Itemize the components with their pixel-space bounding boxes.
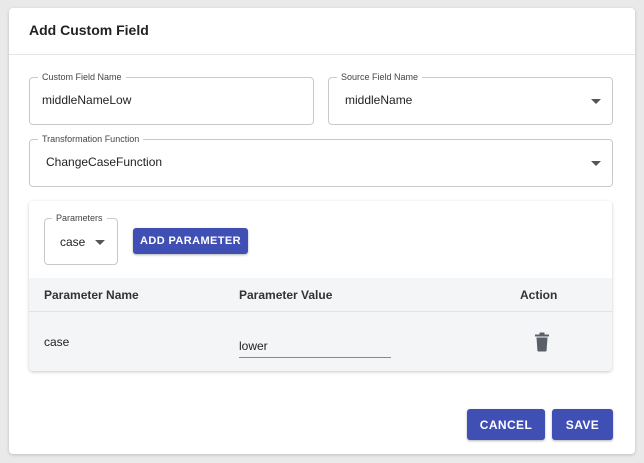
save-button[interactable]: SAVE bbox=[552, 409, 613, 440]
caret-down-icon bbox=[95, 240, 105, 245]
parameter-value-input[interactable] bbox=[239, 334, 391, 358]
caret-down-icon bbox=[591, 161, 601, 166]
custom-field-name-value: middleNameLow bbox=[42, 93, 132, 107]
transformation-function-select[interactable]: Transformation Function ChangeCaseFuncti… bbox=[29, 133, 613, 187]
transformation-function-value: ChangeCaseFunction bbox=[46, 155, 163, 169]
parameter-name-cell: case bbox=[44, 335, 70, 349]
source-field-name-select[interactable]: Source Field Name middleName bbox=[328, 71, 613, 125]
column-header-parameter-name: Parameter Name bbox=[44, 288, 139, 302]
transformation-function-label: Transformation Function bbox=[38, 133, 144, 145]
add-parameter-button[interactable]: ADD PARAMETER bbox=[133, 228, 248, 254]
delete-icon[interactable] bbox=[534, 332, 550, 352]
dialog-title: Add Custom Field bbox=[29, 22, 149, 38]
parameters-card: Parameters case ADD PARAMETER Parameter … bbox=[29, 201, 612, 371]
parameters-table-header: Parameter Name Parameter Value Action bbox=[29, 278, 612, 312]
parameters-select-value: case bbox=[60, 235, 86, 249]
source-field-name-value: middleName bbox=[345, 93, 413, 107]
custom-field-name-input[interactable]: Custom Field Name middleNameLow bbox=[29, 71, 314, 125]
parameters-select-label: Parameters bbox=[52, 212, 107, 224]
column-header-parameter-value: Parameter Value bbox=[239, 288, 333, 302]
title-divider bbox=[9, 54, 635, 55]
caret-down-icon bbox=[591, 99, 601, 104]
cancel-button[interactable]: CANCEL bbox=[467, 409, 545, 440]
add-custom-field-dialog: Add Custom Field Custom Field Name middl… bbox=[9, 8, 635, 454]
custom-field-name-label: Custom Field Name bbox=[38, 71, 126, 83]
column-header-action: Action bbox=[520, 288, 558, 302]
parameters-select[interactable]: Parameters case bbox=[44, 212, 118, 265]
table-row: case bbox=[29, 312, 612, 371]
source-field-name-label: Source Field Name bbox=[337, 71, 423, 83]
